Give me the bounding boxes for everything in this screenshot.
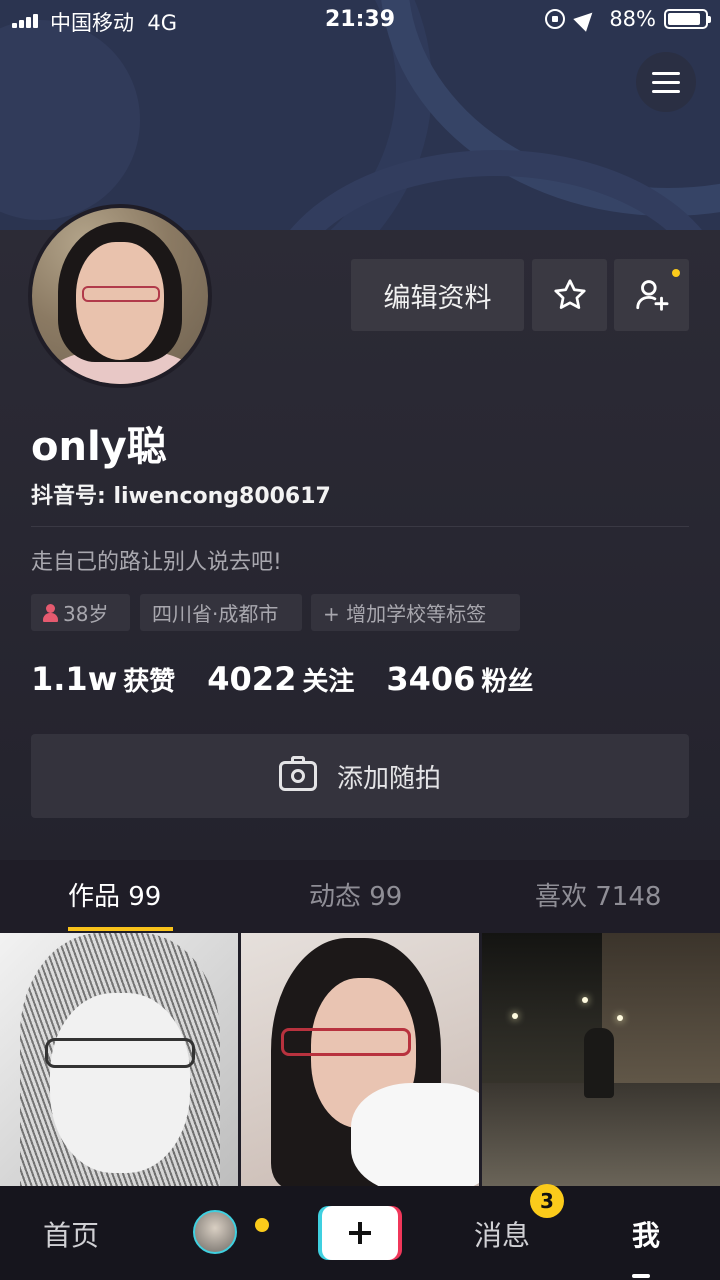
add-friend-icon bbox=[635, 280, 668, 311]
bio: 走自己的路让别人说去吧! bbox=[31, 550, 282, 575]
following-label[interactable]: 关注 bbox=[302, 661, 354, 698]
location-icon bbox=[573, 6, 600, 32]
location-tag: 四川省·成都市 bbox=[140, 594, 302, 631]
nav-messages[interactable]: 消息 bbox=[474, 1214, 530, 1254]
douyin-id: 抖音号: liwencong800617 bbox=[31, 484, 331, 509]
notification-dot bbox=[255, 1218, 269, 1232]
followers-label[interactable]: 粉丝 bbox=[481, 661, 533, 698]
active-tab-indicator bbox=[68, 927, 173, 931]
menu-button[interactable] bbox=[636, 52, 696, 112]
username: only聪 bbox=[31, 424, 167, 470]
tab-works[interactable]: 作品 99 bbox=[68, 876, 161, 913]
active-nav-indicator bbox=[632, 1274, 650, 1278]
video-thumbnail[interactable] bbox=[241, 933, 479, 1186]
gender-female-icon bbox=[43, 603, 58, 622]
tab-dynamic[interactable]: 动态 99 bbox=[309, 876, 402, 913]
add-friend-button[interactable] bbox=[614, 259, 689, 331]
following-count: 4022 bbox=[207, 660, 297, 698]
status-bar: 中国移动 4G 21:39 88% bbox=[0, 0, 720, 40]
edit-profile-button[interactable]: 编辑资料 bbox=[351, 259, 524, 331]
likes-label[interactable]: 获赞 bbox=[123, 661, 175, 698]
age-tag: 38岁 bbox=[31, 594, 130, 631]
add-snapshot-button[interactable]: 添加随拍 bbox=[31, 734, 689, 818]
content-tabs: 作品 99 动态 99 喜欢 7148 bbox=[0, 860, 720, 932]
likes-count: 1.1w bbox=[31, 660, 118, 698]
favorites-button[interactable] bbox=[532, 259, 607, 331]
messages-badge: 3 bbox=[530, 1184, 564, 1218]
create-button[interactable] bbox=[318, 1206, 402, 1260]
star-icon bbox=[553, 279, 586, 309]
video-grid bbox=[0, 933, 720, 1186]
status-right: 88% bbox=[545, 6, 711, 32]
rotation-lock-icon bbox=[545, 9, 566, 29]
nav-home[interactable]: 首页 bbox=[43, 1214, 99, 1254]
nav-avatar[interactable] bbox=[193, 1210, 237, 1254]
notification-dot bbox=[672, 269, 680, 277]
video-thumbnail[interactable] bbox=[0, 933, 238, 1186]
battery-icon bbox=[664, 9, 711, 29]
avatar[interactable] bbox=[28, 204, 212, 388]
menu-icon bbox=[652, 71, 680, 75]
followers-count: 3406 bbox=[386, 660, 476, 698]
divider bbox=[31, 526, 689, 527]
battery-percent: 88% bbox=[609, 7, 656, 31]
nav-me[interactable]: 我 bbox=[632, 1214, 660, 1254]
video-thumbnail[interactable] bbox=[482, 933, 720, 1186]
bottom-nav: 首页 消息 3 我 bbox=[0, 1184, 720, 1280]
camera-icon bbox=[278, 756, 317, 791]
stats-row: 1.1w 获赞 4022 关注 3406 粉丝 bbox=[31, 660, 565, 698]
add-school-tag[interactable]: + 增加学校等标签 bbox=[311, 594, 520, 631]
tab-likes[interactable]: 喜欢 7148 bbox=[535, 876, 661, 913]
